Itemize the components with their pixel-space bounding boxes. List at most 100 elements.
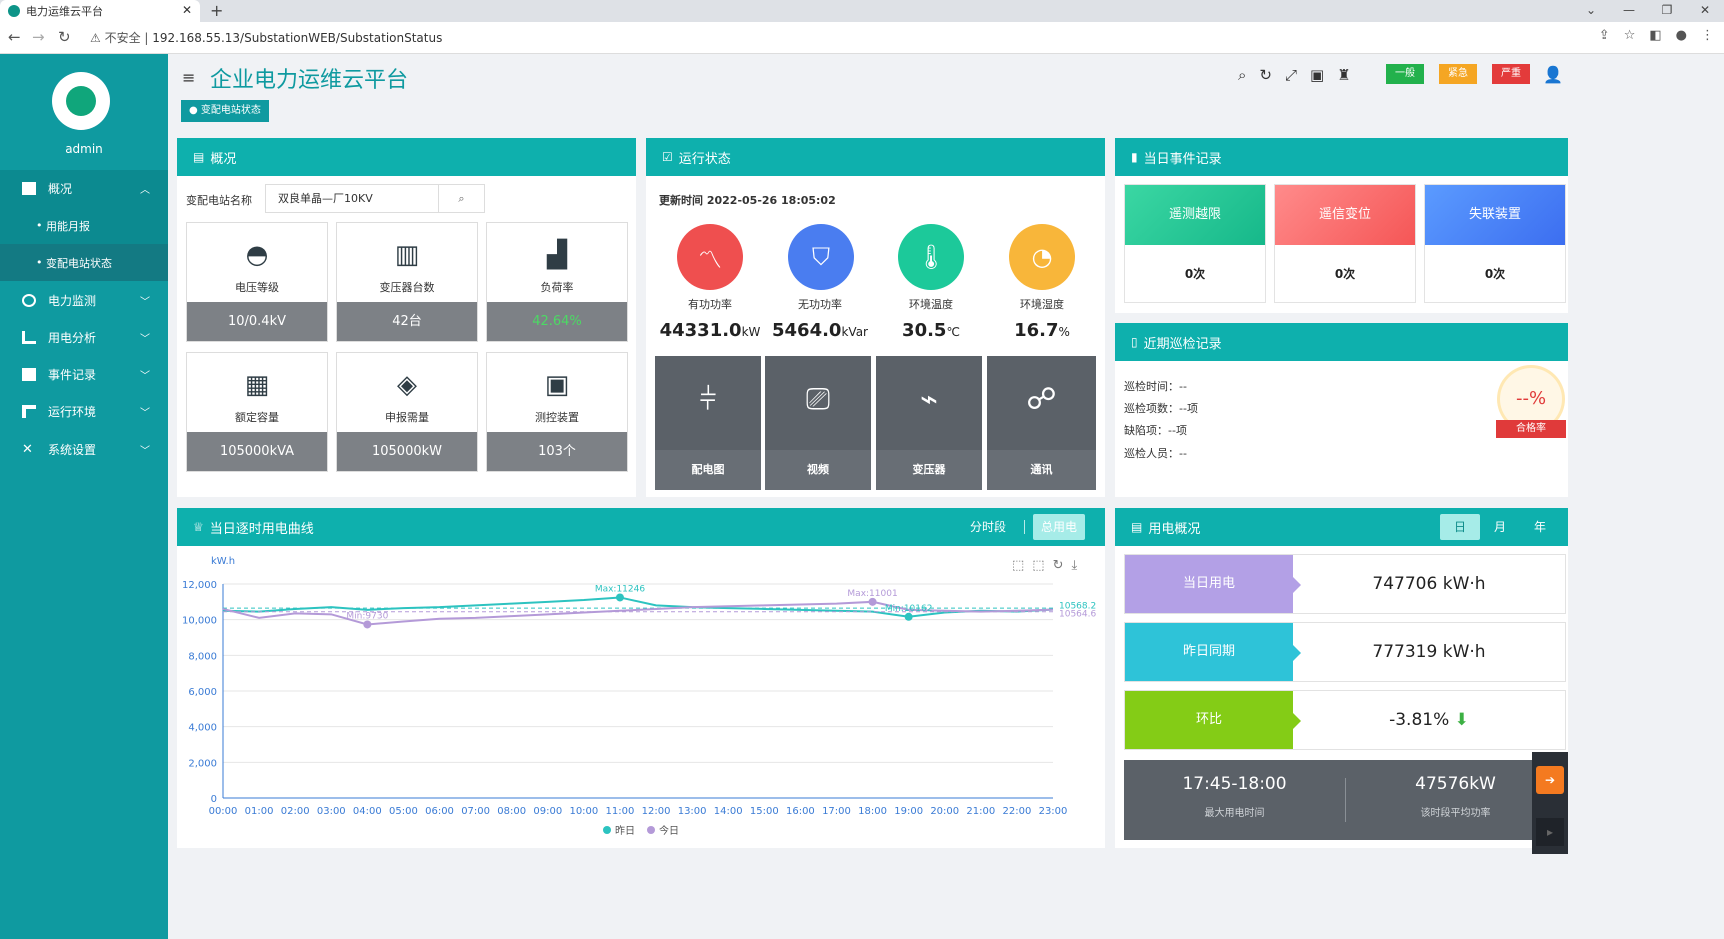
tile-label: 变压器 [876, 450, 982, 490]
new-tab-icon[interactable]: + [210, 1, 223, 20]
event-telemetry-limit[interactable]: 遥测越限 0次 [1124, 184, 1266, 303]
window-controls: ⌄ — ❐ ✕ [1572, 0, 1724, 22]
temperature-value: 30.5℃ [902, 320, 960, 341]
period-button[interactable]: 分时段 [970, 514, 1006, 540]
station-select-value: 双良单晶—厂10KV [278, 192, 373, 205]
sidebar-item-event-log[interactable]: 事件记录 ﹀ [0, 356, 168, 393]
back-icon[interactable]: ← [8, 28, 21, 46]
profile-icon[interactable]: ● [1676, 28, 1687, 43]
panel-title: 用电概况 [1148, 521, 1201, 537]
station-name-label: 变配电站名称 [186, 194, 252, 207]
tile-transformer[interactable]: ⌁ 变压器 [876, 356, 984, 490]
floating-side-buttons: ➔ ▸ [1532, 752, 1568, 854]
browser-menu-icon[interactable]: ⋮ [1701, 28, 1714, 43]
tab-search-icon[interactable]: ⌄ [1572, 0, 1610, 22]
bookmark-star-icon[interactable]: ☆ [1624, 28, 1636, 43]
bar-chart-icon [22, 331, 36, 344]
run-status-header: ☑ 运行状态 [646, 138, 1105, 176]
x-tick-label: 22:00 [1002, 806, 1031, 817]
refresh-icon[interactable]: ↻ [1259, 66, 1272, 84]
event-signal-change[interactable]: 遥信变位 0次 [1274, 184, 1416, 303]
close-window-icon[interactable]: ✕ [1686, 0, 1724, 22]
declared-demand-card: ◈ 申报需量 105000kW [336, 352, 478, 472]
page-title: 企业电力运维云平台 [210, 68, 409, 93]
breadcrumb[interactable]: ● 变配电站状态 [181, 100, 269, 122]
restore-icon[interactable]: ❐ [1648, 0, 1686, 22]
pipe-icon [22, 405, 36, 418]
share-icon[interactable]: ⇪ [1599, 28, 1610, 43]
layers-icon: ◈ [397, 370, 417, 400]
x-tick-label: 09:00 [533, 806, 562, 817]
sidepanel-icon[interactable]: ◧ [1649, 28, 1661, 43]
y-tick-label: 6,000 [188, 687, 217, 698]
station-select[interactable]: 双良单晶—厂10KV ⌕ [265, 184, 485, 213]
sidebar-item-usage-analysis[interactable]: 用电分析 ﹀ [0, 319, 168, 356]
pass-rate-label: 合格率 [1496, 420, 1566, 438]
annotation-label: Max:11246 [595, 584, 646, 594]
fullscreen-icon[interactable]: ⤢ [1285, 66, 1297, 84]
sidebar-item-label: 用电分析 [48, 331, 97, 345]
event-disconnected-device[interactable]: 失联装置 0次 [1424, 184, 1566, 303]
patrol-defects: 缺陷项：--项 [1124, 424, 1187, 437]
extreme-point [868, 597, 877, 606]
temperature-label: 环境温度 [909, 298, 953, 311]
patrol-time: 巡检时间：-- [1124, 380, 1187, 393]
reactive-power-label: 无功功率 [798, 298, 842, 311]
tab-title: 电力运维云平台 [26, 5, 103, 18]
annotation-label: Min:10162 [885, 604, 933, 614]
url-field[interactable]: ⚠ 不安全 | 192.168.55.13/SubstationWEB/Subs… [90, 26, 1590, 50]
search-icon[interactable]: ⌕ [438, 185, 484, 212]
sidebar-item-overview[interactable]: 概况 ︿ [0, 170, 168, 207]
sidebar-item-label: 变配电站状态 [46, 256, 112, 270]
control-device-card: ▣ 测控装置 103个 [486, 352, 628, 472]
chevron-down-icon: ﹀ [140, 371, 150, 382]
total-usage-button[interactable]: 总用电 [1033, 514, 1086, 540]
sidebar-item-monthly-report[interactable]: • 用能月报 [0, 207, 168, 244]
hamburger-menu-icon[interactable]: ≡ [182, 68, 195, 87]
tile-video[interactable]: ⎚ 视频 [765, 356, 873, 490]
tab-month[interactable]: 月 [1480, 514, 1520, 540]
browser-tab[interactable]: 电力运维云平台 ✕ [0, 0, 200, 22]
power-icon [22, 294, 36, 307]
reactive-power-value: 5464.0kVar [772, 320, 868, 341]
collapse-icon[interactable]: ▸ [1536, 818, 1564, 846]
reload-icon[interactable]: ↻ [58, 28, 71, 46]
panel-title: 运行状态 [678, 151, 731, 167]
alarm-severe-button[interactable]: 严重 [1492, 64, 1530, 84]
sidebar-item-settings[interactable]: ✕ 系统设置 ﹀ [0, 431, 168, 468]
tile-communication[interactable]: ☍ 通讯 [987, 356, 1096, 490]
tab-year[interactable]: 年 [1520, 514, 1560, 540]
tab-day[interactable]: 日 [1440, 514, 1481, 540]
avatar[interactable] [52, 72, 110, 130]
y-tick-label: 8,000 [188, 651, 217, 662]
panel-title: 当日事件记录 [1143, 151, 1222, 167]
url-text: 192.168.55.13/SubstationWEB/SubstationSt… [152, 31, 443, 45]
legend-marker [603, 826, 611, 834]
sidebar-item-power-monitor[interactable]: 电力监测 ﹀ [0, 282, 168, 319]
arrow-down-icon: ⬇ [1454, 710, 1469, 730]
theme-shirt-icon[interactable]: ♜ [1337, 66, 1350, 84]
export-arrow-icon[interactable]: ➔ [1536, 766, 1564, 794]
x-tick-label: 04:00 [353, 806, 382, 817]
sidebar-item-substation-status[interactable]: • 变配电站状态 [0, 244, 168, 281]
clipboard-icon: ▮ [1131, 150, 1138, 164]
alarm-urgent-button[interactable]: 紧急 [1439, 64, 1477, 84]
forward-icon[interactable]: → [32, 28, 45, 46]
x-tick-label: 08:00 [497, 806, 526, 817]
sidebar-item-environment[interactable]: 运行环境 ﹀ [0, 393, 168, 430]
y-tick-label: 0 [211, 794, 217, 805]
overview-header: ▤ 概况 [177, 138, 636, 176]
user-icon[interactable]: 👤 [1543, 65, 1563, 84]
event-count: 0次 [1484, 267, 1506, 281]
search-icon[interactable]: ⌕ [1238, 66, 1246, 84]
close-tab-icon[interactable]: ✕ [182, 3, 192, 17]
tile-distribution-diagram[interactable]: ⫩ 配电图 [655, 356, 763, 490]
chevron-down-icon: ﹀ [140, 297, 150, 308]
alarm-normal-button[interactable]: 一般 [1386, 64, 1424, 84]
translate-icon[interactable]: ▣ [1310, 66, 1324, 84]
x-tick-label: 16:00 [786, 806, 815, 817]
transformer-icon: ⌁ [919, 382, 939, 417]
humidity-gauge-icon: ◔ [1009, 224, 1075, 290]
minimize-icon[interactable]: — [1610, 0, 1648, 22]
extreme-point [363, 620, 372, 629]
